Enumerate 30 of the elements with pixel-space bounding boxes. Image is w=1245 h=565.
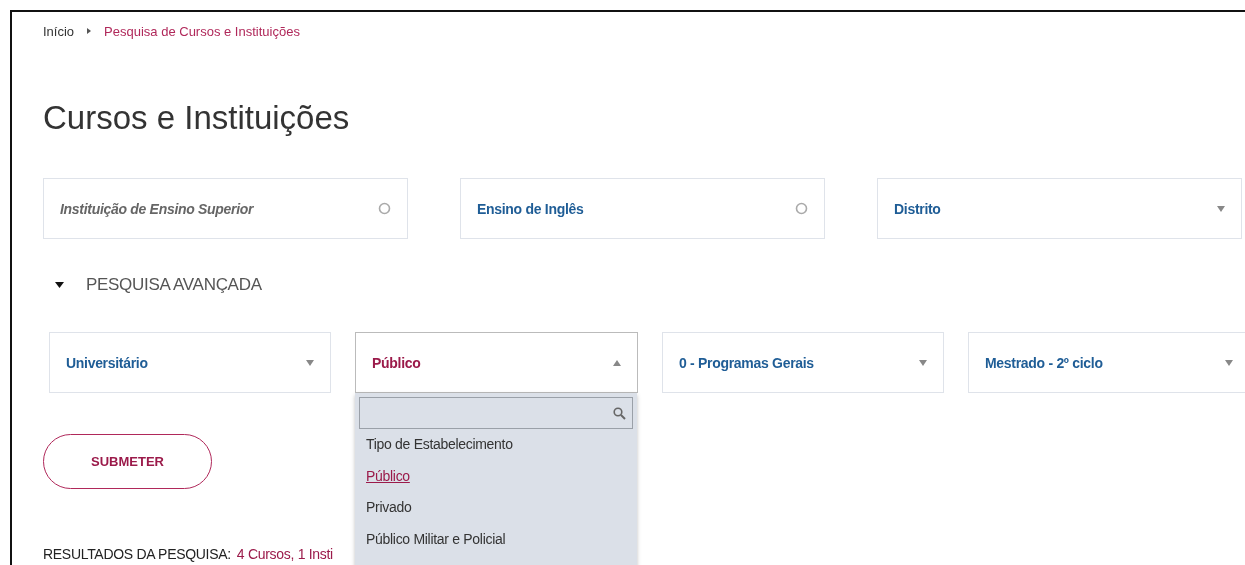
results-label: RESULTADOS DA PESQUISA: [43, 546, 231, 562]
select-field[interactable]: Distrito [877, 178, 1242, 239]
placeholder-text: Instituição de Ensino Superior [60, 200, 254, 217]
search-field[interactable] [359, 397, 633, 429]
breadcrumb-link[interactable]: Pesquisa de Cursos e Instituições [104, 23, 300, 39]
search-icon [613, 406, 626, 420]
dropdown-option[interactable]: Tipo de Estabelecimento [359, 429, 633, 461]
dropdown-option[interactable]: Privado [359, 492, 633, 524]
caret-icon[interactable] [55, 282, 64, 288]
breadcrumb-link[interactable]: Início [43, 23, 75, 39]
dropdown-option[interactable]: Público Militar e Policial [359, 523, 633, 555]
field-value: Distrito [894, 200, 941, 217]
search-field[interactable]: Ensino de Inglês [460, 178, 825, 239]
dropdown-option[interactable]: Público [359, 460, 633, 492]
field-value: Ensino de Inglês [477, 200, 584, 217]
field-value: Mestrado - 2º ciclo [985, 354, 1103, 371]
field-value: 0 - Programas Gerais [679, 354, 814, 371]
field-value: Universitário [66, 354, 148, 371]
results-summary: 4 Cursos, 1 Insti [236, 546, 333, 562]
page-title: Cursos e Instituições [43, 98, 351, 138]
field-value: Público [372, 354, 421, 371]
submit-button[interactable]: SUBMETER [43, 434, 212, 489]
chevron-icon [86, 28, 93, 34]
search-field[interactable]: Instituição de Ensino Superior [43, 178, 408, 239]
select-field[interactable]: Universitário [49, 332, 331, 393]
select-field[interactable]: 0 - Programas Gerais [662, 332, 944, 393]
circle-icon [795, 202, 808, 215]
select-field[interactable]: Mestrado - 2º ciclo [968, 332, 1245, 393]
section-toggle[interactable]: PESQUISA AVANÇADA [86, 275, 262, 295]
circle-icon [378, 202, 391, 215]
